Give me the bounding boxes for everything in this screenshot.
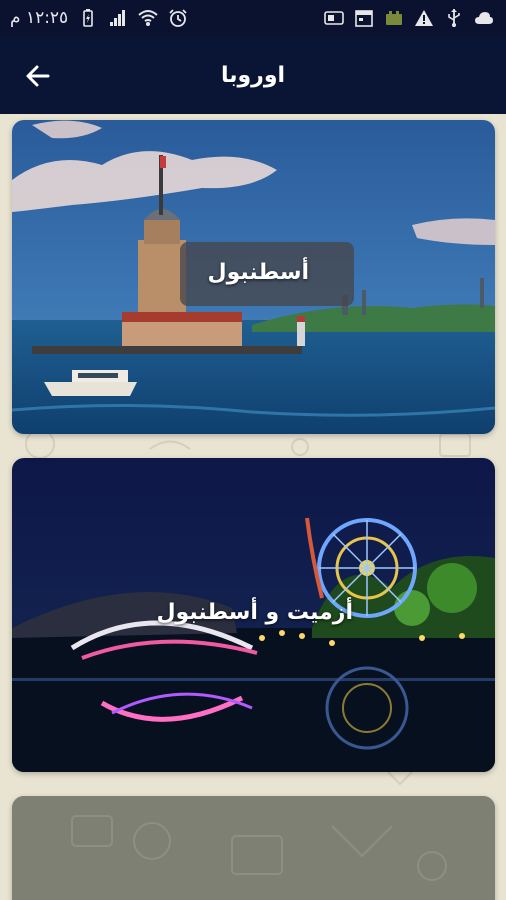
status-bar-right [324, 8, 494, 28]
sim-card-icon [324, 8, 344, 28]
signal-icon [108, 8, 128, 28]
destination-list[interactable]: أسطنبول أزميت و أسطنبول [0, 114, 506, 900]
app-bar: اوروبا [0, 36, 506, 114]
page-title: اوروبا [220, 62, 286, 88]
destination-title: أزميت و أسطنبول [156, 600, 353, 625]
back-button[interactable] [22, 60, 54, 92]
battery-icon [78, 8, 98, 28]
alarm-icon [168, 8, 188, 28]
calendar-icon [354, 8, 374, 28]
warning-icon [414, 8, 434, 28]
status-time: ١٢:٢٥ م [10, 8, 69, 28]
wifi-icon [138, 8, 158, 28]
sim-manager-icon [384, 8, 404, 28]
arrow-back-icon [26, 65, 50, 87]
status-bar-left: ١٢:٢٥ م [10, 8, 188, 28]
destination-title: أسطنبول [207, 260, 309, 285]
destination-card[interactable] [12, 796, 495, 900]
destination-card[interactable]: أزميت و أسطنبول [12, 458, 495, 772]
cloud-icon [474, 8, 494, 28]
status-bar: ١٢:٢٥ م [0, 0, 506, 36]
usb-icon [444, 8, 464, 28]
placeholder-photo [12, 796, 495, 900]
destination-card[interactable]: أسطنبول [12, 120, 495, 434]
